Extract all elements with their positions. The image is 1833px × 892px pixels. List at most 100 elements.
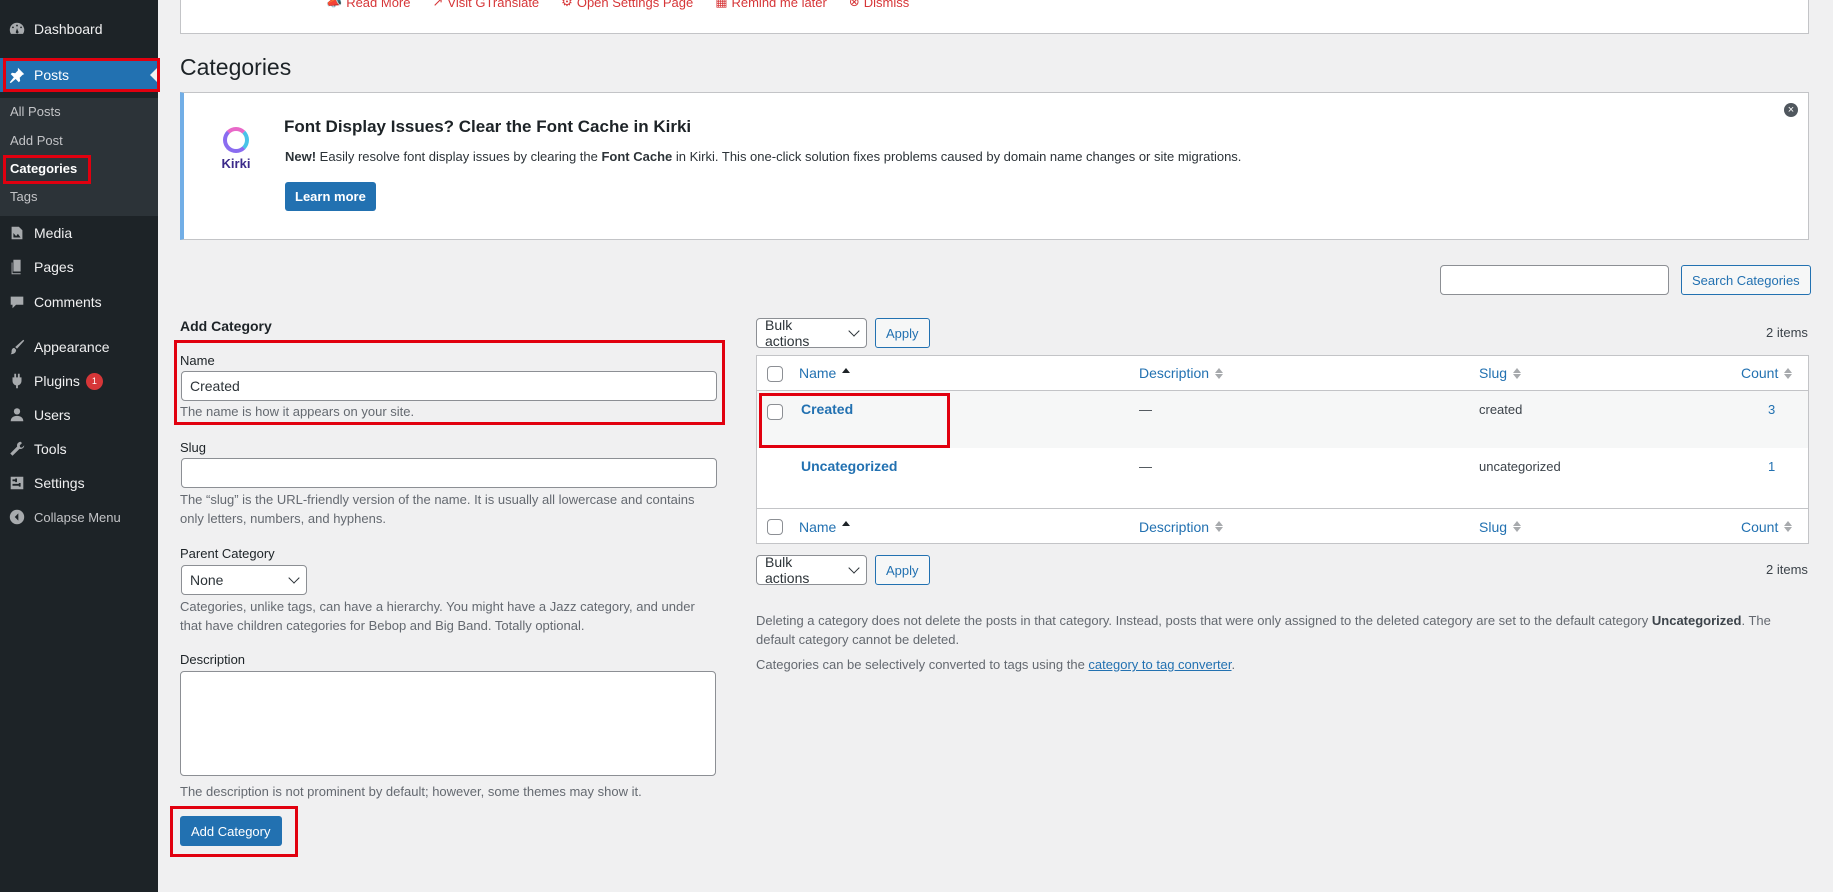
category-count-link[interactable]: 1 <box>1768 459 1775 474</box>
menu-users[interactable]: Users <box>0 398 158 432</box>
delete-note-part1: Deleting a category does not delete the … <box>756 613 1652 628</box>
wrench-icon <box>0 440 34 458</box>
column-description-footer-label: Description <box>1139 518 1210 535</box>
paintbrush-icon <box>0 338 34 356</box>
column-description-header[interactable]: Description <box>1139 356 1224 390</box>
column-name-header[interactable]: Name <box>799 356 851 390</box>
add-category-heading: Add Category <box>180 318 272 334</box>
table-row: Created — created 3 <box>757 391 1808 448</box>
page-title: Categories <box>180 54 292 80</box>
menu-appearance[interactable]: Appearance <box>0 330 158 364</box>
dismiss-link[interactable]: ⊗ Dismiss <box>849 0 909 10</box>
menu-dashboard[interactable]: Dashboard <box>0 12 158 46</box>
category-name-field[interactable]: Created <box>181 371 717 401</box>
apply-button-top[interactable]: Apply <box>875 318 930 348</box>
menu-settings[interactable]: Settings <box>0 466 158 500</box>
column-slug-header[interactable]: Slug <box>1479 356 1522 390</box>
dismiss-label: Dismiss <box>863 0 910 10</box>
menu-plugins-label: Plugins <box>34 373 80 389</box>
category-name-link[interactable]: Uncategorized <box>801 458 897 474</box>
menu-collapse[interactable]: Collapse Menu <box>0 500 158 534</box>
user-icon <box>0 406 34 424</box>
menu-appearance-label: Appearance <box>34 339 110 355</box>
select-all-checkbox[interactable] <box>767 366 783 382</box>
table-header: Name Description Slug Count <box>757 356 1808 391</box>
close-icon[interactable]: × <box>1784 103 1798 117</box>
kirki-notice-title: Font Display Issues? Clear the Font Cach… <box>284 117 692 136</box>
column-name-footer-label: Name <box>799 518 837 535</box>
menu-media-label: Media <box>34 225 73 241</box>
table-row: Uncategorized — uncategorized 1 <box>757 448 1808 505</box>
chevron-down-icon <box>288 572 300 584</box>
column-count-header[interactable]: Count <box>1741 356 1793 390</box>
sort-ascending-icon <box>842 521 851 532</box>
visit-gtranslate-label: Visit GTranslate <box>447 0 540 10</box>
open-settings-label: Open Settings Page <box>576 0 694 10</box>
parent-help: Categories, unlike tags, can have a hier… <box>180 599 695 633</box>
sort-icon <box>1784 521 1793 532</box>
column-slug-footer-label: Slug <box>1479 518 1508 535</box>
read-more-link[interactable]: 📣 Read More <box>326 0 411 10</box>
category-slug: created <box>1479 402 1523 417</box>
description-help: The description is not prominent by defa… <box>180 784 642 799</box>
category-to-tag-converter-link[interactable]: category to tag converter <box>1088 657 1231 672</box>
submenu-tags[interactable]: Tags <box>10 189 37 204</box>
remind-later-link[interactable]: ▦ Remind me later <box>715 0 827 10</box>
menu-tools[interactable]: Tools <box>0 432 158 466</box>
column-slug-label: Slug <box>1479 365 1508 381</box>
apply-button-bottom[interactable]: Apply <box>875 555 930 585</box>
bulk-actions-label-top: Bulk actions <box>765 317 810 349</box>
plugins-update-badge: 1 <box>85 372 103 390</box>
search-categories-button[interactable]: Search Categories <box>1681 265 1811 295</box>
menu-posts[interactable]: Posts <box>0 58 158 92</box>
menu-tools-label: Tools <box>34 441 67 457</box>
menu-pages[interactable]: Pages <box>0 250 158 284</box>
column-name-footer[interactable]: Name <box>799 509 851 544</box>
category-name-link[interactable]: Created <box>801 401 853 417</box>
items-count-top: 2 items <box>1766 325 1808 340</box>
name-label: Name <box>180 353 215 368</box>
posts-submenu: All Posts Add Post Categories Tags <box>0 98 158 216</box>
bulk-actions-select-bottom[interactable]: Bulk actions <box>756 554 867 586</box>
menu-comments[interactable]: Comments <box>0 285 158 319</box>
current-menu-arrow <box>150 67 158 83</box>
notice-links: 📣 Read More ↗ Visit GTranslate ⚙ Open Setti… <box>326 0 909 10</box>
category-count-link[interactable]: 3 <box>1768 402 1775 417</box>
row-checkbox[interactable] <box>767 404 783 420</box>
converter-note-part2: . <box>1231 657 1236 672</box>
read-more-label: Read More <box>346 0 411 10</box>
collapse-icon <box>0 508 34 526</box>
column-count-label: Count <box>1741 365 1779 381</box>
menu-plugins[interactable]: Plugins 1 <box>0 364 158 398</box>
select-all-checkbox-footer[interactable] <box>767 519 783 535</box>
column-slug-footer[interactable]: Slug <box>1479 509 1522 544</box>
slug-label: Slug <box>180 440 207 455</box>
menu-comments-label: Comments <box>34 294 102 310</box>
menu-pages-label: Pages <box>34 259 74 275</box>
column-description-label: Description <box>1139 365 1210 381</box>
submenu-all-posts[interactable]: All Posts <box>10 104 61 119</box>
column-count-footer[interactable]: Count <box>1741 509 1793 544</box>
bulk-actions-select-top[interactable]: Bulk actions <box>756 317 867 349</box>
pushpin-icon <box>0 66 34 84</box>
admin-sidebar: Dashboard Posts All Posts Add Post Categ… <box>0 0 158 892</box>
category-slug-field[interactable] <box>181 458 717 488</box>
open-settings-link[interactable]: ⚙ Open Settings Page <box>561 0 693 10</box>
parent-category-select[interactable]: None <box>181 565 307 595</box>
menu-media[interactable]: Media <box>0 216 158 250</box>
sort-icon <box>1513 521 1522 532</box>
chevron-down-icon <box>848 562 860 574</box>
menu-collapse-label: Collapse Menu <box>34 509 121 525</box>
search-categories-input[interactable] <box>1440 265 1669 295</box>
submenu-categories[interactable]: Categories <box>10 161 77 176</box>
gtranslate-notice: 📣 Read More ↗ Visit GTranslate ⚙ Open Setti… <box>180 0 1809 34</box>
menu-posts-label: Posts <box>34 67 70 83</box>
visit-gtranslate-link[interactable]: ↗ Visit GTranslate <box>433 0 540 10</box>
learn-more-button[interactable]: Learn more <box>285 182 376 211</box>
submenu-add-post[interactable]: Add Post <box>10 133 63 148</box>
media-icon <box>0 224 34 242</box>
add-category-button[interactable]: Add Category <box>180 816 282 846</box>
column-description-footer[interactable]: Description <box>1139 509 1224 544</box>
category-description-field[interactable] <box>180 671 716 776</box>
delete-category-note: Deleting a category does not delete the … <box>756 611 1811 649</box>
